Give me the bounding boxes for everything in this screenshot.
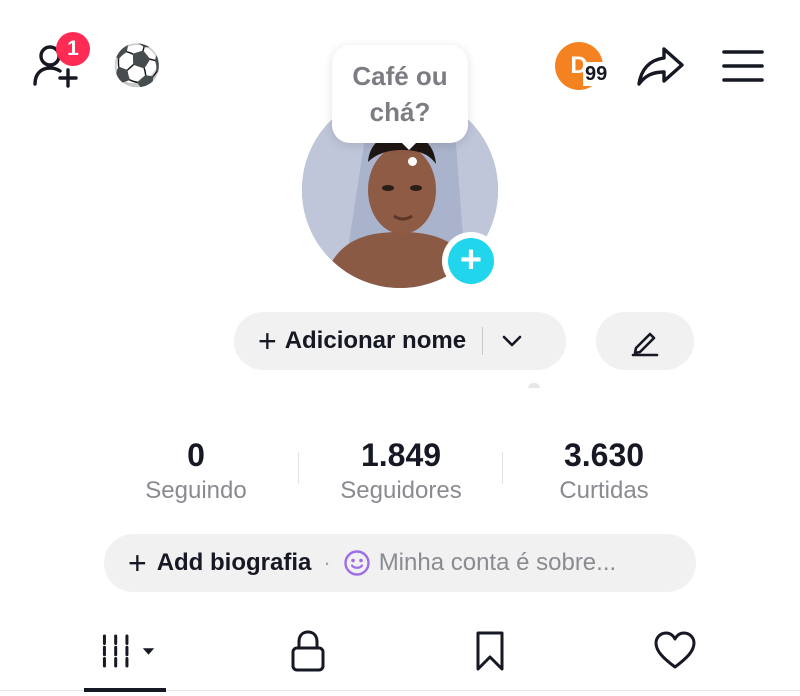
following-label: Seguindo [145, 477, 247, 504]
stat-likes[interactable]: 3.630 Curtidas [504, 436, 704, 506]
likes-label: Curtidas [559, 477, 649, 504]
likes-count: 3.630 [563, 437, 645, 473]
note-bubble[interactable]: Café ou chá? [332, 45, 468, 143]
streak-count: 99 [583, 62, 610, 86]
bio-placeholder: Minha conta é sobre... [378, 549, 617, 576]
grid-icon [102, 634, 155, 668]
notification-badge: 1 [56, 32, 90, 66]
pencil-icon [631, 332, 659, 357]
plus-icon: + [448, 238, 494, 284]
add-name-label: Adicionar nome [284, 327, 467, 354]
following-count: 0 [187, 437, 205, 473]
menu-button[interactable] [720, 47, 766, 85]
streak-badge[interactable]: D 99 [555, 42, 619, 92]
add-name-button[interactable]: + Adicionar nome [234, 312, 566, 370]
lock-icon [291, 630, 325, 672]
plus-icon: + [128, 545, 147, 581]
smiley-icon [343, 549, 371, 577]
edit-profile-button[interactable] [596, 312, 694, 370]
divider [482, 327, 484, 355]
add-bio-label: Add biografia [156, 549, 312, 576]
heart-icon [654, 631, 696, 669]
bookmark-icon [476, 631, 504, 671]
hamburger-menu-icon [722, 50, 764, 82]
stat-following[interactable]: 0 Seguindo [96, 436, 296, 506]
followers-label: Seguidores [340, 477, 462, 504]
chevron-down-icon[interactable] [501, 334, 523, 348]
note-bubble-tail [395, 136, 423, 150]
add-friends-button[interactable]: 1 [30, 32, 90, 92]
add-avatar-button[interactable]: + [442, 232, 500, 290]
stat-followers[interactable]: 1.849 Seguidores [301, 436, 501, 506]
tab-saved[interactable] [460, 626, 520, 676]
note-bubble-dot [408, 157, 417, 166]
indicator-dot [528, 383, 540, 388]
tab-liked[interactable] [645, 626, 705, 676]
plus-icon: + [258, 323, 277, 359]
followers-count: 1.849 [360, 437, 442, 473]
soccer-ball-emoji[interactable]: ⚽ [112, 42, 162, 90]
selected-tab-indicator [84, 688, 166, 692]
tab-private[interactable] [278, 626, 338, 676]
add-bio-button[interactable]: + Add biografia · Minha conta é sobre... [104, 534, 696, 592]
stat-divider [502, 452, 503, 484]
stat-divider [298, 452, 299, 484]
share-arrow-icon [637, 47, 684, 86]
bio-separator: · [323, 550, 331, 575]
tab-videos[interactable] [96, 626, 156, 676]
share-button[interactable] [636, 44, 686, 88]
